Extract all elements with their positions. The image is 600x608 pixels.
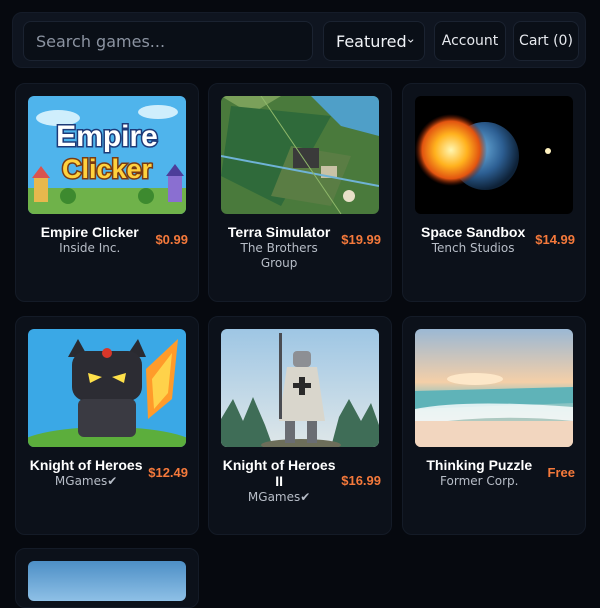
search-input[interactable] (23, 21, 313, 61)
product-developer: Tench Studios (431, 241, 515, 255)
product-price: $12.49 (148, 465, 188, 480)
thumbnail-logo-text-1: Empire (56, 120, 158, 153)
product-thumbnail (28, 329, 186, 447)
product-title: Space Sandbox (420, 224, 526, 240)
product-card[interactable]: Knight of Heroes MGames✔ $12.49 (15, 316, 199, 535)
product-title: Knight of Heroes (29, 457, 143, 473)
cart-button[interactable]: Cart (0) (513, 21, 579, 61)
product-title: Empire Clicker (40, 224, 139, 240)
sort-select[interactable]: Featured (323, 21, 425, 61)
product-thumbnail: Empire Clicker (28, 96, 186, 214)
product-price: $19.99 (341, 232, 381, 247)
product-thumbnail (221, 96, 379, 214)
sort-selected-value: Featured (336, 31, 407, 51)
product-card[interactable]: Space Sandbox Tench Studios $14.99 (402, 83, 586, 302)
product-price: $14.99 (535, 232, 575, 247)
account-button[interactable]: Account (434, 21, 506, 61)
product-developer: Inside Inc. (59, 241, 121, 255)
product-thumbnail (415, 96, 573, 214)
product-thumbnail (28, 561, 186, 601)
product-title: Thinking Puzzle (426, 457, 533, 473)
product-developer: The Brothers Group (240, 241, 318, 270)
product-price: Free (547, 465, 575, 480)
product-title: Terra Simulator (227, 224, 331, 240)
product-thumbnail (415, 329, 573, 447)
product-thumbnail (221, 329, 379, 447)
product-developer: MGames✔ (54, 474, 118, 488)
product-developer: MGames✔ (247, 490, 311, 504)
product-card[interactable]: Empire Clicker Empire Clicker Inside Inc… (15, 83, 199, 302)
product-card[interactable]: Knight of Heroes II MGames✔ $16.99 (208, 316, 392, 535)
chevron-down-icon (407, 39, 413, 43)
product-card[interactable]: Thinking Puzzle Former Corp. Free (402, 316, 586, 535)
product-card[interactable] (15, 548, 199, 608)
thumbnail-logo-text-2: Clicker (62, 154, 153, 184)
top-toolbar: Featured Account Cart (0) (12, 12, 586, 68)
product-price: $16.99 (341, 473, 381, 488)
product-title: Knight of Heroes II (222, 457, 336, 489)
product-developer: Former Corp. (440, 474, 519, 488)
product-card[interactable]: Terra Simulator The Brothers Group $19.9… (208, 83, 392, 302)
product-price: $0.99 (155, 232, 188, 247)
